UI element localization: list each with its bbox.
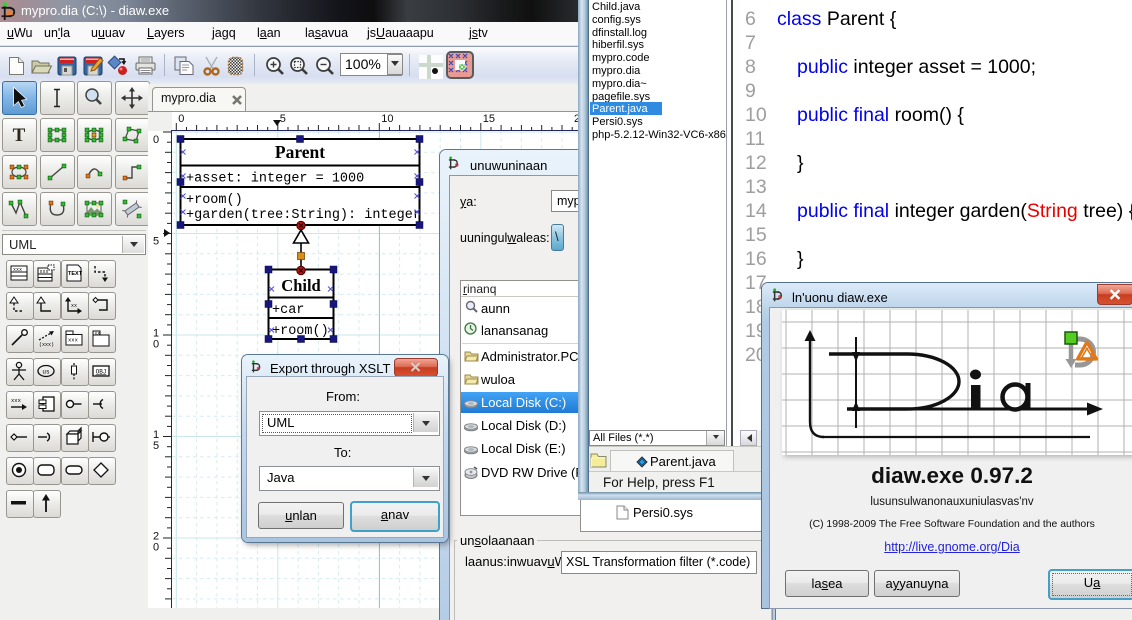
svg-text:xxx: xxx bbox=[40, 269, 49, 275]
svg-text:0: 0 bbox=[153, 542, 159, 554]
svg-text:xx: xx bbox=[71, 303, 77, 309]
svg-text:+car: +car bbox=[272, 303, 304, 318]
svg-text:xx: xx bbox=[95, 332, 101, 337]
svg-text:0: 0 bbox=[153, 134, 159, 146]
svg-text:+room(): +room() bbox=[186, 193, 243, 208]
svg-text:+garden(tree:String): integer: +garden(tree:String): integer bbox=[186, 208, 421, 223]
svg-text:15: 15 bbox=[483, 113, 495, 125]
svg-text:(xxx): (xxx) bbox=[39, 342, 54, 348]
svg-text:xxx: xxx bbox=[13, 267, 22, 273]
svg-text:T: T bbox=[13, 125, 26, 146]
svg-text:TEXT: TEXT bbox=[68, 271, 83, 277]
svg-text:5: 5 bbox=[280, 113, 286, 125]
svg-text:OBJ: OBJ bbox=[96, 369, 107, 376]
svg-text:+asset: integer = 1000: +asset: integer = 1000 bbox=[186, 172, 364, 187]
svg-text:0: 0 bbox=[153, 339, 159, 351]
svg-text:xxx: xxx bbox=[68, 337, 79, 344]
svg-text:5: 5 bbox=[153, 236, 159, 248]
svg-text:Child: Child bbox=[281, 276, 320, 295]
svg-text:xxx: xxx bbox=[11, 397, 22, 404]
svg-text:0: 0 bbox=[178, 113, 184, 125]
svg-text:5: 5 bbox=[153, 440, 159, 452]
svg-text:Parent: Parent bbox=[275, 142, 325, 162]
svg-text:us: us bbox=[43, 369, 51, 376]
svg-text:10: 10 bbox=[381, 113, 393, 125]
